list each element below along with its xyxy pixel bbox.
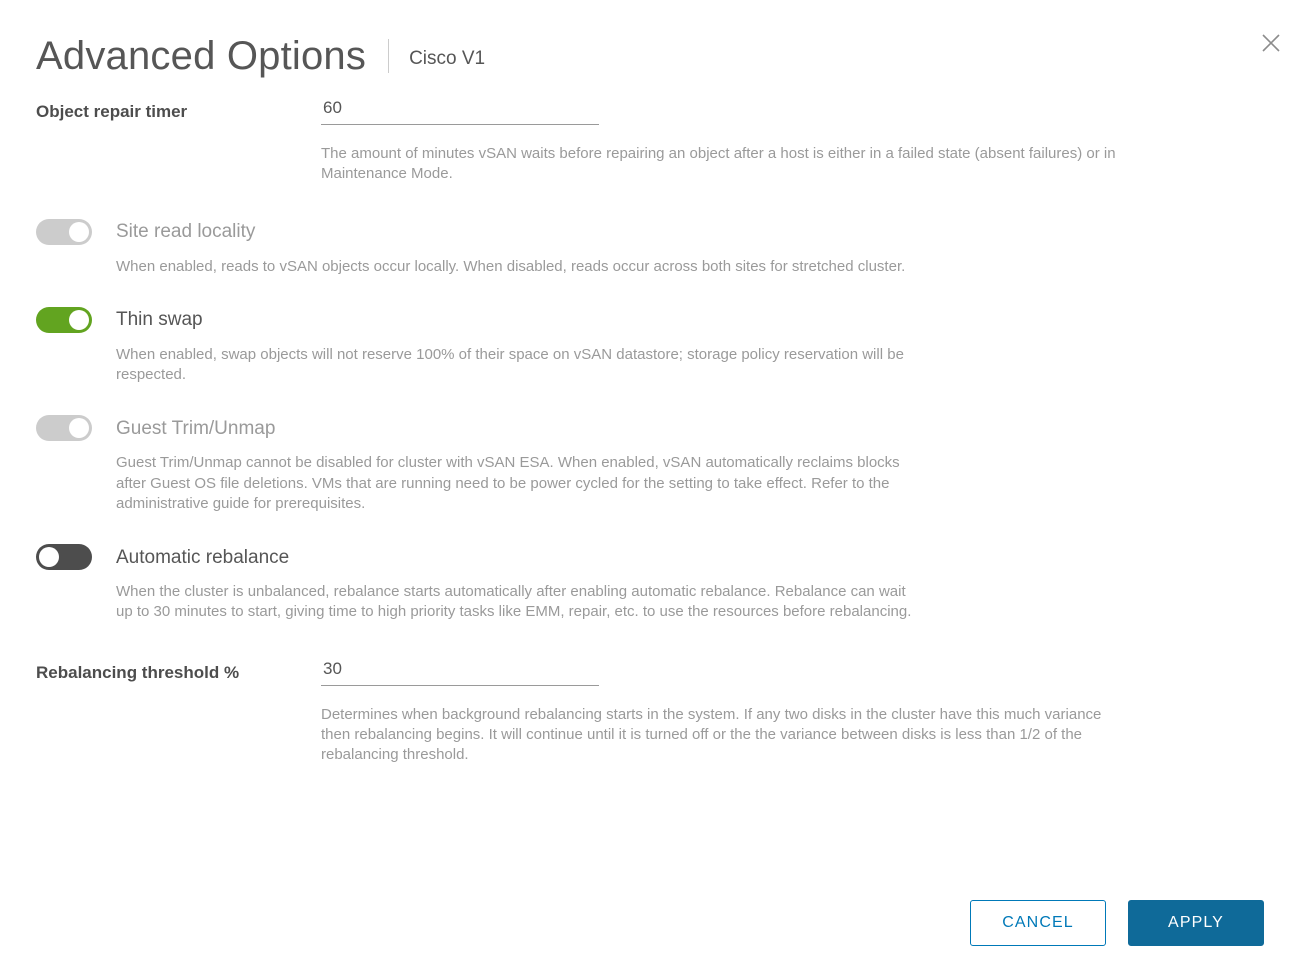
object-repair-timer-control <box>321 96 1264 125</box>
site-read-locality-label: Site read locality <box>116 221 256 242</box>
toggle-knob <box>69 309 89 330</box>
rebalancing-threshold-label: Rebalancing threshold % <box>36 662 240 682</box>
thin-swap-helper: When enabled, swap objects will not rese… <box>116 345 904 383</box>
toggle-knob <box>69 221 89 242</box>
dialog-subtitle: Cisco V1 <box>409 48 486 69</box>
close-icon <box>1260 32 1282 54</box>
thin-swap-label: Thin swap <box>116 309 203 331</box>
rebalancing-threshold-helper: Determines when background rebalancing s… <box>321 705 1102 764</box>
object-repair-timer-helper: The amount of minutes vSAN waits before … <box>321 145 1116 183</box>
rebalancing-threshold-input[interactable] <box>321 656 599 686</box>
automatic-rebalance-toggle[interactable] <box>36 544 92 570</box>
guest-trim-unmap-label: Guest Trim/Unmap <box>116 417 276 439</box>
title-divider <box>388 39 390 73</box>
object-repair-timer-label: Object repair timer <box>36 102 188 121</box>
toggle-row-site-read-locality: Site read locality <box>36 218 1264 245</box>
toggle-row-thin-swap: Thin swap <box>36 306 1264 333</box>
rebalancing-threshold-control <box>321 656 1264 686</box>
thin-swap-toggle[interactable] <box>36 306 92 333</box>
guest-trim-unmap-helper: Guest Trim/Unmap cannot be disabled for … <box>116 454 900 512</box>
cancel-button[interactable]: CANCEL <box>970 900 1106 946</box>
toggle-knob <box>39 547 59 567</box>
site-read-locality-toggle[interactable] <box>36 218 92 245</box>
field-object-repair-timer: Object repair timer <box>36 96 1264 130</box>
automatic-rebalance-label: Automatic rebalance <box>116 546 290 568</box>
close-button[interactable] <box>1254 26 1288 60</box>
dialog-footer: CANCEL APPLY <box>970 900 1264 946</box>
advanced-options-dialog: Advanced Options Cisco V1 Object repair … <box>0 0 1300 980</box>
apply-button[interactable]: APPLY <box>1128 900 1264 946</box>
field-rebalancing-threshold: Rebalancing threshold % <box>36 656 1264 691</box>
advanced-options-form: Object repair timer The amount of minute… <box>36 96 1264 765</box>
toggle-knob <box>69 418 89 439</box>
guest-trim-unmap-toggle[interactable] <box>36 415 92 442</box>
page-title: Advanced Options <box>36 34 367 78</box>
site-read-locality-helper: When enabled, reads to vSAN objects occu… <box>116 257 906 275</box>
toggle-row-automatic-rebalance: Automatic rebalance <box>36 544 1264 570</box>
dialog-header: Advanced Options Cisco V1 <box>36 28 1264 84</box>
toggle-row-guest-trim-unmap: Guest Trim/Unmap <box>36 415 1264 442</box>
automatic-rebalance-helper: When the cluster is unbalanced, rebalanc… <box>116 583 912 621</box>
object-repair-timer-input[interactable] <box>321 96 599 125</box>
